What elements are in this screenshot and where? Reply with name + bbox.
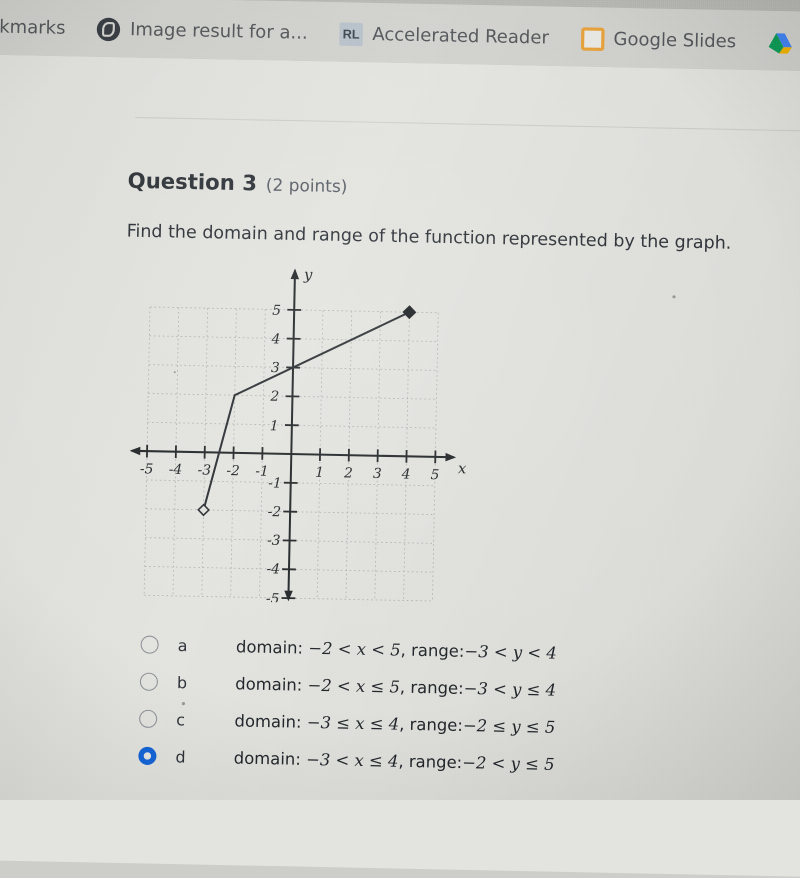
radio-a[interactable] bbox=[140, 635, 158, 653]
endpoint-open-marker bbox=[198, 505, 209, 516]
bookmarks-label-text: net bookmarks bbox=[0, 15, 66, 39]
y-axis-label: y bbox=[303, 266, 313, 283]
domain-value-c: −3 ≤ x ≤ 4 bbox=[307, 712, 400, 733]
endpoint-closed-marker bbox=[403, 306, 415, 318]
question-points: (2 points) bbox=[266, 175, 348, 197]
x-tick-label: -2 bbox=[226, 463, 240, 479]
answer-letter-a: a bbox=[178, 636, 237, 656]
dust-speck bbox=[672, 295, 675, 298]
y-tick-label: -2 bbox=[268, 504, 282, 520]
answer-options-list: a domain: −2 < x < 5, range:−3 < y < 4 b… bbox=[138, 626, 692, 785]
domain-label-b: domain: bbox=[235, 674, 302, 694]
radio-b[interactable] bbox=[140, 673, 158, 691]
x-tick-label: 1 bbox=[315, 465, 324, 481]
y-tick-label: -4 bbox=[266, 561, 280, 577]
x-tick-label: 5 bbox=[430, 467, 439, 483]
drive-icon bbox=[768, 31, 792, 55]
answer-letter-d: d bbox=[175, 747, 234, 767]
function-graph: -5 -4 -3 -2 -1 1 2 3 4 5 5 4 3 2 1 -1 -2… bbox=[120, 255, 487, 607]
domain-value-a: −2 < x < 5 bbox=[308, 638, 401, 659]
range-value-b: −3 < y ≤ 4 bbox=[464, 679, 557, 700]
question-heading: Question 3 (2 points) bbox=[127, 168, 347, 198]
range-value-a: −3 < y < 4 bbox=[464, 641, 557, 662]
domain-label-c: domain: bbox=[234, 711, 301, 731]
range-label-b: range: bbox=[410, 677, 464, 697]
x-tick-label: 4 bbox=[401, 466, 411, 482]
screen-photo: assignment/4765262656/assessment net boo… bbox=[0, 0, 800, 832]
bookmark-image-result-label: Image result for a... bbox=[130, 19, 308, 44]
x-tick-label: -3 bbox=[197, 462, 211, 478]
domain-value-b: −2 < x ≤ 5 bbox=[307, 675, 400, 696]
bookmark-accelerated-reader-label: Accelerated Reader bbox=[372, 24, 549, 49]
graph-svg: -5 -4 -3 -2 -1 1 2 3 4 5 5 4 3 2 1 -1 -2… bbox=[120, 255, 487, 607]
range-label-a: range: bbox=[411, 640, 465, 660]
y-tick-label: 4 bbox=[270, 331, 280, 347]
x-tick-label: -1 bbox=[255, 464, 269, 480]
x-tick-labels: -5 -4 -3 -2 -1 1 2 3 4 5 bbox=[140, 461, 440, 483]
y-tick-label: -1 bbox=[268, 475, 282, 491]
slides-icon bbox=[580, 27, 604, 51]
domain-label-d: domain: bbox=[234, 748, 301, 768]
answer-text-c: domain: −3 ≤ x ≤ 4, range:−2 ≤ y ≤ 5 bbox=[234, 711, 555, 737]
bookmark-google-slides[interactable]: Google Slides bbox=[580, 27, 736, 53]
x-axis-label: x bbox=[458, 460, 467, 477]
answer-text-a: domain: −2 < x < 5, range:−3 < y < 4 bbox=[236, 637, 557, 663]
answer-letter-c: c bbox=[176, 710, 235, 730]
dust-speck bbox=[182, 702, 185, 705]
answer-text-b: domain: −2 < x ≤ 5, range:−3 < y ≤ 4 bbox=[235, 674, 556, 700]
answer-text-d: domain: −3 < x ≤ 4, range:−2 < y ≤ 5 bbox=[234, 748, 555, 774]
y-tick-label: -3 bbox=[267, 533, 281, 549]
x-tick-label: -5 bbox=[140, 461, 154, 477]
domain-label-a: domain: bbox=[236, 637, 303, 657]
range-label-d: range: bbox=[409, 752, 463, 772]
radio-d[interactable] bbox=[138, 747, 156, 765]
bookmarks-bar-overflow-label: net bookmarks bbox=[0, 15, 66, 39]
domain-value-d: −3 < x ≤ 4 bbox=[306, 750, 399, 771]
range-value-d: −2 < y ≤ 5 bbox=[462, 753, 555, 774]
x-tick-label: 2 bbox=[343, 465, 353, 481]
y-tick-label: 2 bbox=[269, 389, 279, 405]
bookmark-google-drive[interactable]: Google Dri bbox=[768, 31, 800, 57]
bookmark-google-slides-label: Google Slides bbox=[613, 29, 736, 53]
range-label-c: range: bbox=[409, 715, 463, 735]
answer-letter-b: b bbox=[177, 673, 236, 693]
y-tick-label: 1 bbox=[270, 418, 279, 434]
question-number: Question 3 bbox=[127, 168, 257, 196]
globe-icon bbox=[97, 18, 121, 42]
dust-speck bbox=[174, 371, 176, 373]
x-tick-label: -4 bbox=[169, 462, 183, 478]
range-value-c: −2 ≤ y ≤ 5 bbox=[463, 716, 556, 737]
bookmark-accelerated-reader[interactable]: RL Accelerated Reader bbox=[339, 22, 549, 50]
x-tick-label: 3 bbox=[373, 466, 382, 482]
y-tick-label: 5 bbox=[272, 303, 281, 319]
rl-icon: RL bbox=[339, 22, 363, 46]
bookmark-image-result[interactable]: Image result for a... bbox=[97, 18, 308, 46]
radio-c[interactable] bbox=[139, 710, 157, 728]
